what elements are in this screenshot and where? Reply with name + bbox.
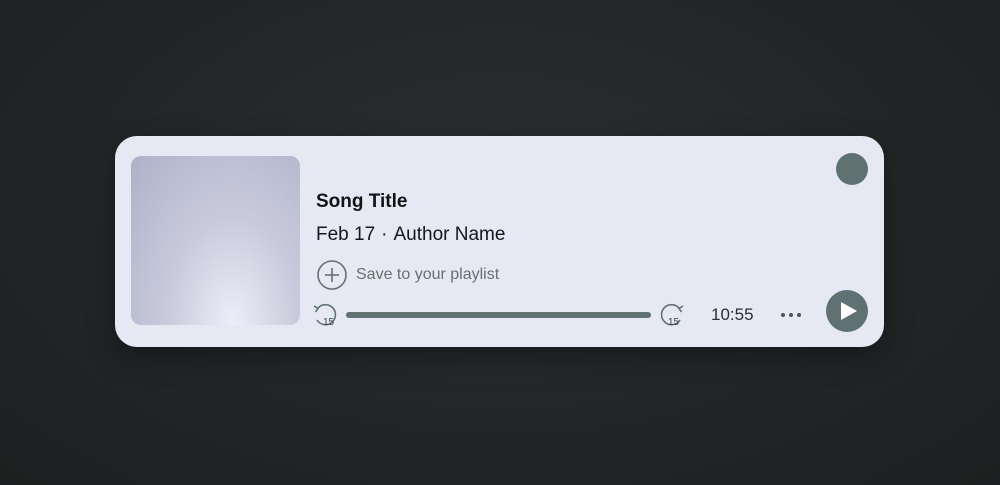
save-to-playlist-button[interactable]: Save to your playlist (316, 259, 499, 291)
song-title: Song Title (316, 191, 408, 212)
skip-back-seconds: 15 (323, 317, 335, 328)
status-dot[interactable] (836, 153, 868, 185)
plus-circle-icon (316, 259, 348, 291)
skip-back-button[interactable]: 15 (311, 300, 341, 330)
more-dots-icon (797, 313, 801, 317)
skip-forward-seconds: 15 (668, 317, 680, 328)
more-dots-icon (789, 313, 793, 317)
meta-separator: · (381, 224, 388, 245)
progress-fill (346, 312, 651, 318)
album-artwork (131, 156, 300, 325)
more-options-button[interactable] (778, 302, 804, 328)
rewind-15-icon: 15 (313, 303, 337, 328)
duration-label: 10:55 (711, 305, 754, 324)
page-background: Song Title Feb 17 · Author Name Save to yo… (0, 0, 1000, 485)
author-name: Author Name (393, 224, 506, 245)
more-dots-icon (781, 313, 785, 317)
progress-bar[interactable] (346, 312, 651, 318)
publish-date: Feb 17 (316, 224, 376, 245)
play-icon (840, 302, 857, 320)
forward-15-icon: 15 (660, 303, 684, 328)
save-to-playlist-label: Save to your playlist (356, 266, 500, 283)
play-button[interactable] (826, 290, 868, 332)
audio-player-card: Song Title Feb 17 · Author Name Save to yo… (115, 136, 884, 347)
skip-forward-button[interactable]: 15 (656, 300, 686, 330)
episode-meta: Feb 17 · Author Name (316, 224, 505, 246)
